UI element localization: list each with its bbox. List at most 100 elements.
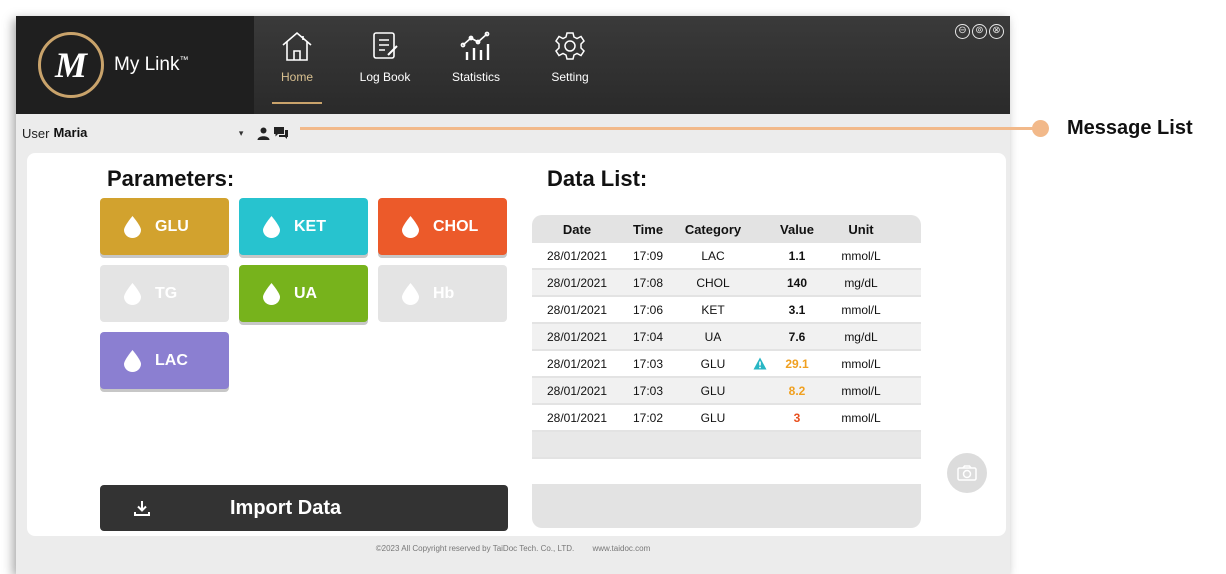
cell-unit: mmol/L bbox=[841, 410, 881, 425]
cell-date: 28/01/2021 bbox=[546, 383, 608, 398]
copyright-text: ©2023 All Copyright reserved by TaiDoc T… bbox=[375, 544, 575, 553]
import-data-button[interactable]: Import Data bbox=[100, 485, 508, 531]
main-panel: Parameters: GLU KET CHOL TG UA Hb LAC Im… bbox=[27, 153, 1006, 536]
param-label: Hb bbox=[433, 284, 455, 302]
user-actions bbox=[257, 127, 289, 140]
drop-icon bbox=[402, 215, 419, 238]
cell-unit: mmol/L bbox=[841, 356, 881, 371]
parameters-title: Parameters: bbox=[107, 166, 235, 191]
nav-home-label: Home bbox=[280, 70, 313, 84]
table-row-empty bbox=[532, 432, 921, 459]
param-button-ua[interactable]: UA bbox=[239, 265, 368, 322]
user-bar: User Maria ▾ bbox=[16, 121, 1010, 145]
cell-date: 28/01/2021 bbox=[546, 275, 608, 290]
table-header: Date Time Category Value Unit bbox=[532, 215, 921, 243]
cell-value: 8.2 bbox=[788, 383, 806, 398]
drop-icon bbox=[124, 215, 141, 238]
top-header: M My Link™ Home Log Book Statistics Sett… bbox=[16, 16, 1010, 114]
cell-category: KET bbox=[701, 302, 725, 317]
drop-icon bbox=[263, 282, 280, 305]
table-row[interactable]: 28/01/2021 17:03 GLU 8.2 mmol/L bbox=[532, 378, 921, 405]
warning-icon bbox=[753, 357, 767, 370]
header-category: Category bbox=[684, 221, 742, 237]
table-row-empty bbox=[532, 459, 921, 486]
param-label: CHOL bbox=[433, 217, 479, 235]
cell-unit: mmol/L bbox=[841, 302, 881, 317]
user-selected-value: Maria bbox=[53, 125, 88, 140]
cell-value: 3 bbox=[793, 410, 801, 425]
cell-unit: mg/dL bbox=[844, 329, 878, 344]
screenshot-button[interactable] bbox=[947, 453, 987, 493]
param-button-glu[interactable]: GLU bbox=[100, 198, 229, 255]
log-book-icon bbox=[373, 32, 398, 59]
cell-category: CHOL bbox=[696, 275, 730, 290]
cell-unit: mmol/L bbox=[841, 248, 881, 263]
cell-category: GLU bbox=[700, 383, 726, 398]
cell-category: LAC bbox=[701, 248, 725, 263]
close-icon[interactable]: ⊗ bbox=[989, 24, 1004, 39]
user-profile-icon[interactable] bbox=[257, 127, 270, 140]
user-label: User bbox=[22, 125, 50, 141]
data-list-title: Data List: bbox=[547, 166, 648, 191]
param-label: LAC bbox=[155, 351, 188, 369]
cell-time: 17:08 bbox=[632, 275, 664, 290]
nav-statistics-label: Statistics bbox=[451, 70, 500, 84]
drop-icon bbox=[124, 349, 141, 372]
param-button-ket[interactable]: KET bbox=[239, 198, 368, 255]
cell-time: 17:06 bbox=[632, 302, 664, 317]
minimize-icon[interactable]: ⊖ bbox=[955, 24, 970, 39]
app-window: M My Link™ Home Log Book Statistics Sett… bbox=[16, 16, 1010, 574]
cell-time: 17:09 bbox=[632, 248, 664, 263]
param-button-tg: TG bbox=[100, 265, 229, 322]
home-icon bbox=[282, 31, 312, 61]
cell-warning bbox=[752, 357, 768, 370]
table-row[interactable]: 28/01/2021 17:08 CHOL 140 mg/dL bbox=[532, 270, 921, 297]
drop-icon bbox=[124, 282, 141, 305]
param-button-chol[interactable]: CHOL bbox=[378, 198, 507, 255]
callout-line bbox=[300, 127, 1040, 130]
header-date: Date bbox=[562, 221, 592, 237]
website-link[interactable]: www.taidoc.com bbox=[592, 544, 650, 553]
cell-date: 28/01/2021 bbox=[546, 329, 608, 344]
cell-date: 28/01/2021 bbox=[546, 248, 608, 263]
nav-setting[interactable]: Setting bbox=[536, 16, 604, 114]
cell-unit: mg/dL bbox=[844, 275, 878, 290]
nav-log-book[interactable]: Log Book bbox=[350, 16, 420, 114]
header-unit: Unit bbox=[848, 221, 874, 237]
nav-log-book-label: Log Book bbox=[359, 70, 411, 84]
import-data-label: Import Data bbox=[230, 496, 342, 519]
param-label: TG bbox=[155, 284, 178, 302]
data-list-table: Date Time Category Value Unit 28/01/2021… bbox=[532, 215, 921, 528]
chevron-down-icon: ▾ bbox=[238, 128, 244, 138]
table-row[interactable]: 28/01/2021 17:02 GLU 3 mmol/L bbox=[532, 405, 921, 432]
logo: M My Link™ bbox=[16, 16, 254, 114]
cell-time: 17:03 bbox=[632, 356, 664, 371]
header-value: Value bbox=[780, 221, 814, 237]
cell-value: 7.6 bbox=[788, 329, 806, 344]
cell-date: 28/01/2021 bbox=[546, 410, 608, 425]
table-row[interactable]: 28/01/2021 17:04 UA 7.6 mg/dL bbox=[532, 324, 921, 351]
cell-time: 17:02 bbox=[632, 410, 664, 425]
logo-text: My Link™ bbox=[114, 54, 189, 75]
cell-unit: mmol/L bbox=[841, 383, 881, 398]
table-row[interactable]: 28/01/2021 17:09 LAC 1.1 mmol/L bbox=[532, 243, 921, 270]
table-row[interactable]: 28/01/2021 17:06 KET 3.1 mmol/L bbox=[532, 297, 921, 324]
restore-icon[interactable]: ⊚ bbox=[972, 24, 987, 39]
nav-home[interactable]: Home bbox=[264, 16, 330, 114]
header-time: Time bbox=[632, 221, 664, 237]
param-button-lac[interactable]: LAC bbox=[100, 332, 229, 389]
user-dropdown[interactable]: Maria ▾ bbox=[53, 125, 243, 141]
statistics-icon bbox=[460, 31, 490, 60]
nav-statistics[interactable]: Statistics bbox=[436, 16, 516, 114]
table-row[interactable]: 28/01/2021 17:03 GLU 29.1 mmol/L bbox=[532, 351, 921, 378]
screenshot-canvas: M My Link™ Home Log Book Statistics Sett… bbox=[0, 0, 1226, 574]
message-list-icon[interactable] bbox=[274, 127, 289, 139]
param-label: UA bbox=[294, 284, 318, 302]
camera-icon bbox=[957, 465, 977, 481]
footer: ©2023 All Copyright reserved by TaiDoc T… bbox=[16, 544, 1010, 553]
download-icon bbox=[134, 501, 150, 516]
param-button-hb: Hb bbox=[378, 265, 507, 322]
param-label: GLU bbox=[155, 217, 189, 235]
cell-value: 29.1 bbox=[785, 356, 809, 371]
window-controls: ⊖ ⊚ ⊗ bbox=[955, 24, 1004, 39]
